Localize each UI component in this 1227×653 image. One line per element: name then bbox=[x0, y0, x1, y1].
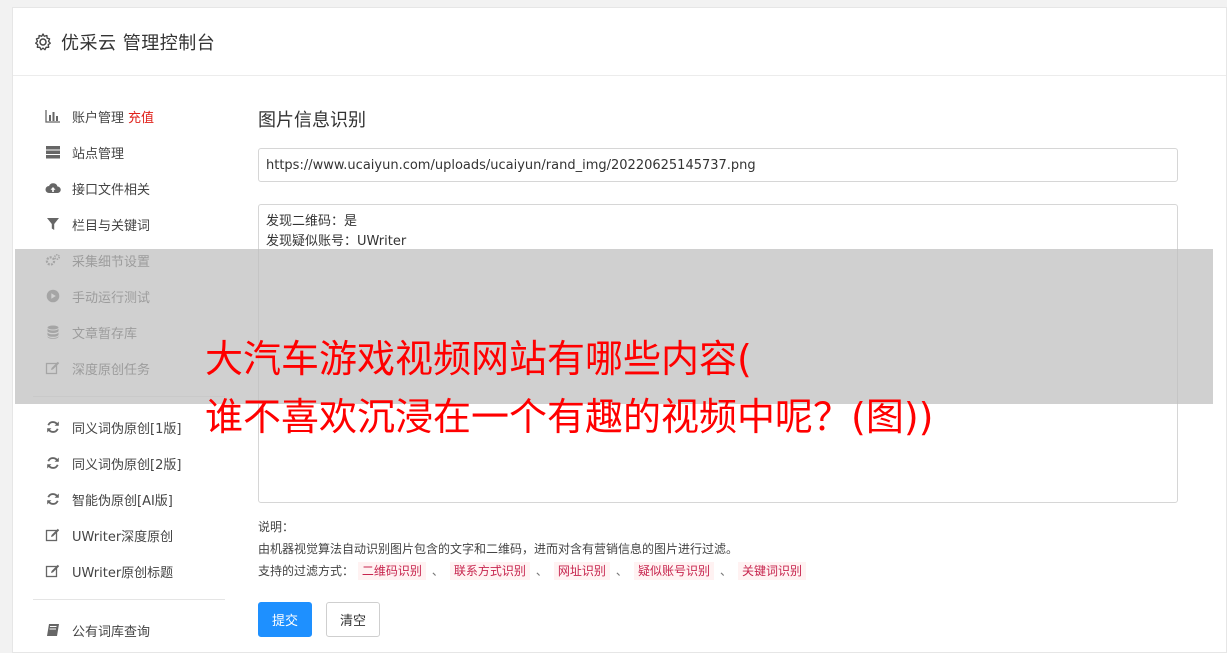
sidebar-item-group1-1[interactable]: 站点管理 bbox=[33, 134, 225, 170]
filter-separator: 、 bbox=[431, 564, 444, 578]
sidebar-item-group2-3[interactable]: UWriter深度原创 bbox=[33, 517, 225, 553]
edit-icon bbox=[44, 563, 62, 579]
result-line-qrcode: 发现二维码：是 bbox=[266, 214, 358, 229]
filter-tag-list: 二维码识别、联系方式识别、网址识别、疑似账号识别、关键词识别 bbox=[357, 560, 806, 582]
section-title: 图片信息识别 bbox=[258, 110, 366, 131]
filter-icon bbox=[44, 216, 62, 232]
filter-methods: 支持的过滤方式： 二维码识别、联系方式识别、网址识别、疑似账号识别、关键词识别 bbox=[258, 560, 1178, 582]
sidebar-item-group2-1[interactable]: 同义词伪原创[2版] bbox=[33, 445, 225, 481]
overlay-line-2: 谁不喜欢沉浸在一个有趣的视频中呢？(图)) bbox=[205, 395, 934, 439]
sidebar-item-label: 站点管理 bbox=[72, 146, 125, 162]
notes-description: 由机器视觉算法自动识别图片包含的文字和二维码，进而对含有营销信息的图片进行过滤。 bbox=[258, 542, 739, 556]
sidebar-item-group1-2[interactable]: 接口文件相关 bbox=[33, 170, 225, 206]
main-panel: 图片信息识别 发现二维码：是 发现疑似账号：UWriter 说明： 由机器视觉算… bbox=[258, 108, 1178, 637]
sidebar-item-label: 智能伪原创[AI版] bbox=[72, 493, 173, 509]
overlay-caption: 大汽车游戏视频网站有哪些内容( 谁不喜欢沉浸在一个有趣的视频中呢？(图)) bbox=[205, 330, 933, 446]
refresh-icon bbox=[44, 419, 62, 435]
refresh-icon bbox=[44, 491, 62, 507]
sidebar-item-label: 接口文件相关 bbox=[72, 182, 151, 198]
filter-label: 支持的过滤方式： bbox=[258, 564, 355, 578]
sidebar-item-group2-0[interactable]: 同义词伪原创[1版] bbox=[33, 409, 225, 445]
filter-tag: 联系方式识别 bbox=[449, 562, 530, 580]
gear-icon bbox=[33, 32, 53, 52]
filter-tag: 网址识别 bbox=[553, 562, 610, 580]
sidebar-item-label: UWriter深度原创 bbox=[72, 529, 174, 545]
submit-button[interactable]: 提交 bbox=[258, 602, 312, 637]
filter-separator: 、 bbox=[535, 564, 548, 578]
filter-tag: 二维码识别 bbox=[357, 562, 426, 580]
recharge-link[interactable]: 充值 bbox=[128, 107, 154, 126]
sidebar-divider bbox=[33, 599, 225, 600]
sidebar-item-label: 账户管理 bbox=[72, 110, 125, 126]
sidebar-item-label: 同义词伪原创[1版] bbox=[72, 421, 182, 437]
sidebar-item-group2-4[interactable]: UWriter原创标题 bbox=[33, 553, 225, 589]
sidebar-item-label: 栏目与关键词 bbox=[72, 218, 151, 234]
top-header: 优采云 管理控制台 bbox=[13, 8, 1226, 76]
sidebar-item-group3-0[interactable]: 公有词库查询 bbox=[33, 612, 225, 648]
refresh-icon bbox=[44, 455, 62, 471]
overlay-line-1: 大汽车游戏视频网站有哪些内容( bbox=[205, 337, 752, 381]
notes-label: 说明： bbox=[258, 520, 295, 534]
sidebar-item-group1-3[interactable]: 栏目与关键词 bbox=[33, 206, 225, 242]
page-title: 优采云 管理控制台 bbox=[61, 32, 216, 54]
sidebar-item-group1-0[interactable]: 账户管理 充值 bbox=[33, 98, 225, 134]
sidebar-item-group2-2[interactable]: 智能伪原创[AI版] bbox=[33, 481, 225, 517]
book-icon bbox=[44, 622, 62, 638]
filter-tag: 疑似账号识别 bbox=[633, 562, 714, 580]
filter-separator: 、 bbox=[719, 564, 732, 578]
notes-section: 说明： 由机器视觉算法自动识别图片包含的文字和二维码，进而对含有营销信息的图片进… bbox=[258, 516, 1178, 582]
bar-chart-icon bbox=[44, 108, 62, 124]
clear-button[interactable]: 清空 bbox=[326, 602, 380, 637]
image-url-input[interactable] bbox=[258, 148, 1178, 182]
sidebar-item-label: UWriter原创标题 bbox=[72, 565, 174, 581]
sidebar-item-label: 同义词伪原创[2版] bbox=[72, 457, 182, 473]
filter-tag: 关键词识别 bbox=[737, 562, 806, 580]
filter-separator: 、 bbox=[615, 564, 628, 578]
cloud-upload-icon bbox=[44, 180, 62, 196]
edit-icon bbox=[44, 527, 62, 543]
server-icon bbox=[44, 144, 62, 160]
action-buttons: 提交 清空 bbox=[258, 602, 380, 637]
sidebar-item-label: 公有词库查询 bbox=[72, 624, 151, 640]
